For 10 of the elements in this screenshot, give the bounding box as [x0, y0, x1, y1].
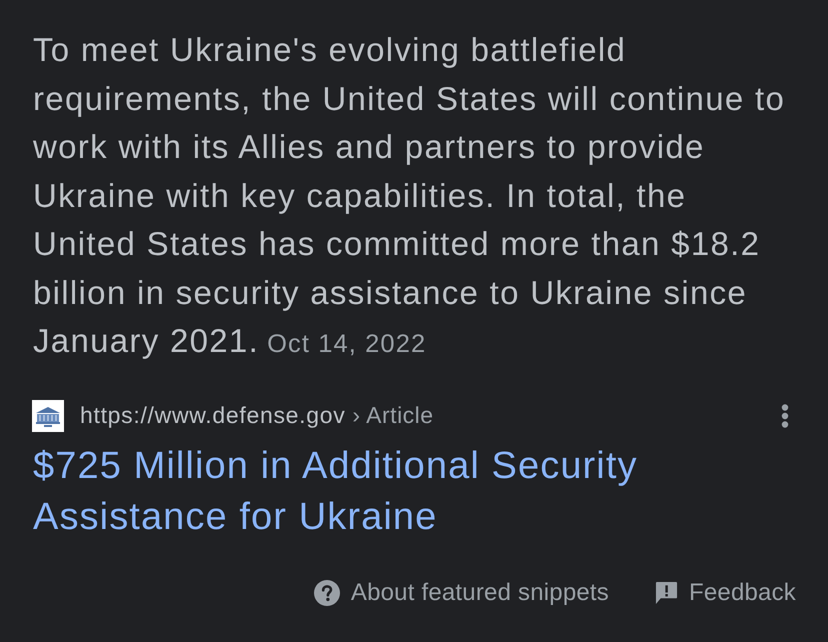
help-icon: [314, 580, 340, 606]
result-title-link[interactable]: $725 Million in Additional Security Assistance for Ukraine: [33, 441, 753, 543]
result-url: https://www.defense.gov: [80, 402, 346, 429]
breadcrumb: › Article: [352, 402, 434, 429]
feedback-icon: [655, 580, 678, 606]
feedback-link[interactable]: Feedback: [689, 579, 796, 607]
building-icon: [32, 400, 64, 432]
about-snippets-link[interactable]: About featured snippets: [350, 579, 609, 607]
more-options-icon[interactable]: [781, 404, 789, 428]
snippet-paragraph: To meet Ukraine's evolving battlefield requirements, the United States will continue to work with its Allies and partners to provide Ukraine with key capabilities. In total, the United States has committed more than $18.2 billion in security assistance to Ukraine since January 2021. Oct 14, 2022: [33, 30, 786, 361]
